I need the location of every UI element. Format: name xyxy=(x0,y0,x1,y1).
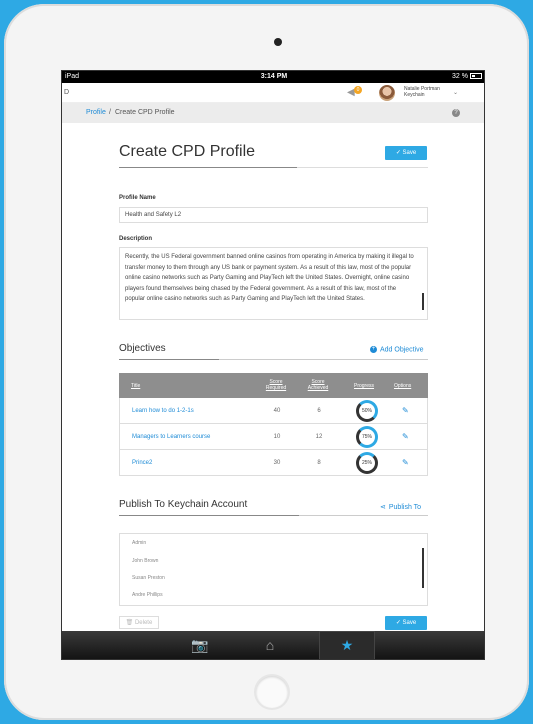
description-scrollbar[interactable] xyxy=(422,293,424,310)
progress-ring: 50% xyxy=(356,400,378,422)
battery-indicator: 32 % xyxy=(452,71,482,83)
user-org: Keychain xyxy=(404,92,425,98)
front-camera xyxy=(274,38,282,46)
profile-name-label: Profile Name xyxy=(119,195,156,201)
publish-to-label: Publish To xyxy=(388,504,422,511)
objective-title[interactable]: Prince2 xyxy=(132,460,152,466)
col-score-achieved[interactable]: Score Achieved xyxy=(303,379,333,391)
score-required: 40 xyxy=(273,408,281,414)
tab-bar: 📷 ⌂ ★ xyxy=(62,631,484,659)
score-achieved: 6 xyxy=(317,408,321,414)
notification-button[interactable]: ◀ 0 xyxy=(347,86,362,98)
table-row: Managers to Learners course 10 12 75% ✎ xyxy=(119,424,428,450)
score-required: 10 xyxy=(273,434,281,440)
publish-divider-accent xyxy=(119,515,299,516)
user-menu[interactable]: Natalie Portman Keychain xyxy=(404,86,440,98)
list-item[interactable]: Andre Phillips xyxy=(132,592,163,598)
home-icon: ⌂ xyxy=(265,637,275,653)
delete-button[interactable]: 🗑 Delete xyxy=(119,616,159,629)
objective-title[interactable]: Managers to Learners course xyxy=(132,434,210,440)
list-item[interactable]: Susan Preston xyxy=(132,575,165,581)
main-content: Create CPD Profile ✓ Save Profile Name H… xyxy=(62,123,484,631)
score-required: 30 xyxy=(273,460,281,466)
help-icon[interactable]: ? xyxy=(452,109,460,117)
avatar[interactable] xyxy=(379,85,395,101)
save-button[interactable]: ✓ Save xyxy=(385,146,427,160)
plus-icon: + xyxy=(370,346,377,353)
col-options[interactable]: Options xyxy=(394,383,411,389)
trash-icon: 🗑 xyxy=(125,620,135,626)
score-achieved: 8 xyxy=(317,460,321,466)
app-name: D xyxy=(64,89,70,96)
table-header: Title Score Required Score Achieved Prog… xyxy=(119,373,428,398)
list-item[interactable]: Admin xyxy=(132,540,146,546)
screen: iPad 3:14 PM 32 % D ◀ 0 Natalie Portman K… xyxy=(61,70,485,660)
clock: 3:14 PM xyxy=(260,73,288,80)
table-row: Prince2 30 8 25% ✎ xyxy=(119,450,428,476)
objectives-title: Objectives xyxy=(119,343,166,354)
edit-icon[interactable]: ✎ xyxy=(402,458,409,467)
list-item[interactable]: John Brown xyxy=(132,558,158,564)
battery-icon xyxy=(470,73,482,80)
tab-home[interactable]: ⌂ xyxy=(250,631,290,659)
profile-name-field[interactable]: Health and Safety L2 xyxy=(119,207,428,223)
table-row: Learn how to do 1-2-1s 40 6 50% ✎ xyxy=(119,398,428,424)
score-achieved: 12 xyxy=(315,434,323,440)
share-icon: ⋖ xyxy=(380,504,386,511)
edit-icon[interactable]: ✎ xyxy=(402,432,409,441)
tab-camera[interactable]: 📷 xyxy=(180,631,220,659)
app-header: D ◀ 0 Natalie Portman Keychain ⌄ xyxy=(62,83,484,103)
col-score-required[interactable]: Score Required xyxy=(261,379,291,391)
status-bar: iPad 3:14 PM 32 % xyxy=(62,71,484,83)
progress-ring: 75% xyxy=(356,426,378,448)
home-button[interactable] xyxy=(256,676,288,708)
notification-badge: 0 xyxy=(354,86,362,94)
edit-icon[interactable]: ✎ xyxy=(402,406,409,415)
objectives-divider-accent xyxy=(119,359,219,360)
col-title[interactable]: Title xyxy=(131,383,140,389)
star-icon: ★ xyxy=(340,637,354,653)
chevron-down-icon[interactable]: ⌄ xyxy=(453,89,458,96)
description-field[interactable]: Recently, the US Federal government bann… xyxy=(119,247,428,320)
title-divider-accent xyxy=(119,167,297,168)
page-title: Create CPD Profile xyxy=(119,143,256,160)
progress-ring: 25% xyxy=(356,452,378,474)
description-text: Recently, the US Federal government bann… xyxy=(125,254,414,302)
add-objective-label: Add Objective xyxy=(380,346,424,354)
camera-icon: 📷 xyxy=(191,637,209,653)
publish-to-button[interactable]: ⋖ Publish To xyxy=(380,503,421,511)
account-list[interactable]: Admin John Brown Susan Preston Andre Phi… xyxy=(119,533,428,606)
col-progress[interactable]: Progress xyxy=(354,383,374,389)
objectives-table: Title Score Required Score Achieved Prog… xyxy=(119,373,428,476)
breadcrumb-current: Create CPD Profile xyxy=(115,109,175,116)
breadcrumb-separator: / xyxy=(109,109,111,116)
account-list-scrollbar[interactable] xyxy=(422,548,424,588)
save-button-bottom[interactable]: ✓ Save xyxy=(385,616,427,630)
add-objective-button[interactable]: + Add Objective xyxy=(370,346,424,353)
description-label: Description xyxy=(119,236,153,242)
publish-title: Publish To Keychain Account xyxy=(119,499,248,510)
breadcrumb-profile-link[interactable]: Profile xyxy=(86,103,106,123)
objective-title[interactable]: Learn how to do 1-2-1s xyxy=(132,408,194,414)
breadcrumb: Profile / Create CPD Profile ? xyxy=(62,103,484,123)
tab-favorites[interactable]: ★ xyxy=(319,631,375,659)
